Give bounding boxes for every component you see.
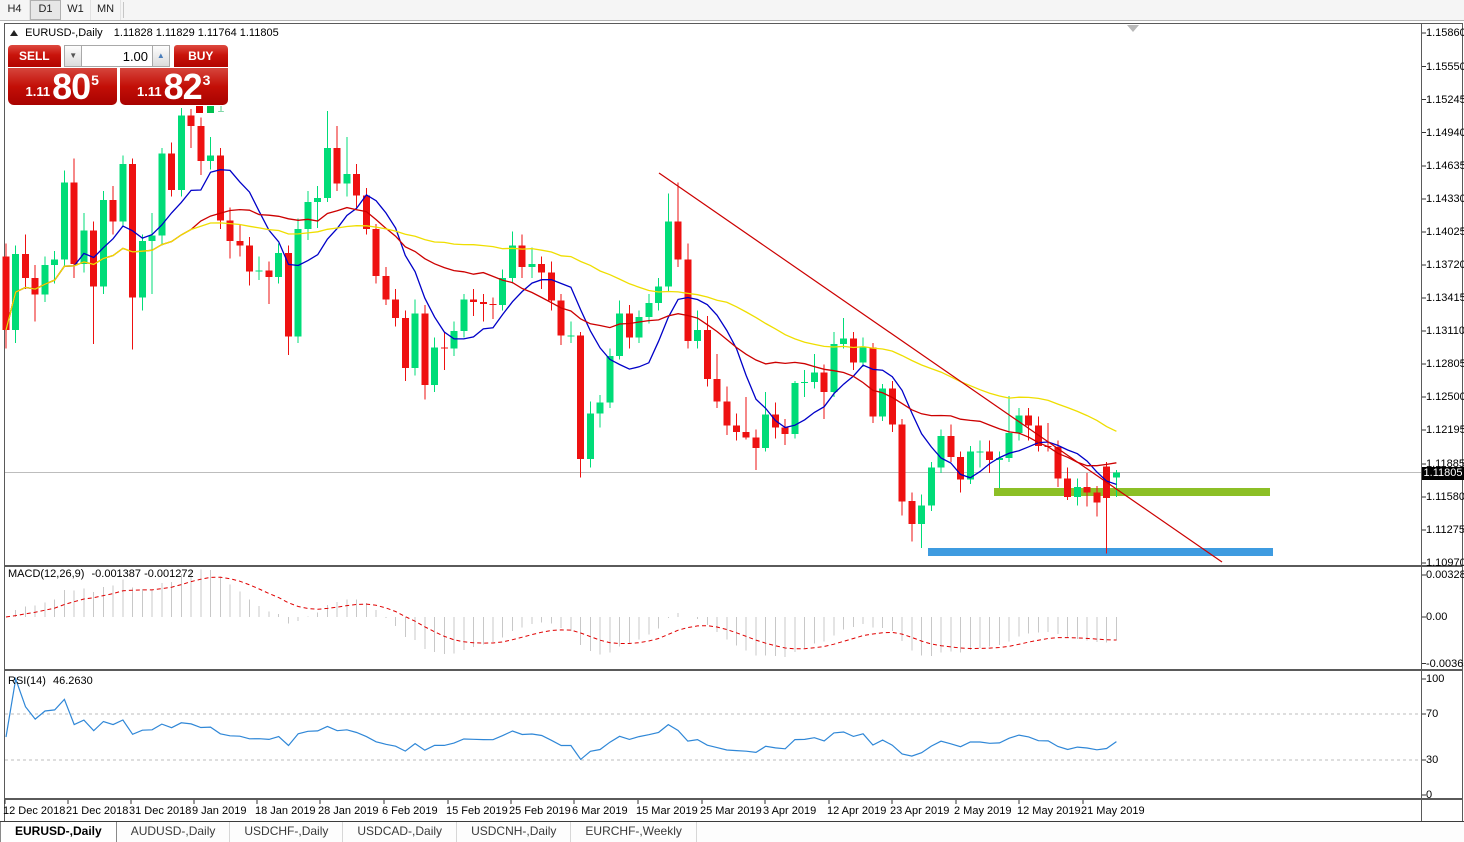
rsi-axis-label: 0: [1426, 789, 1432, 801]
date-axis-label: 31 Dec 2018: [129, 805, 191, 817]
date-axis-label: 9 Jan 2019: [192, 805, 246, 817]
date-axis-label: 21 Dec 2018: [66, 805, 128, 817]
triangle-down-icon: ▼: [69, 51, 77, 60]
chart-ohlc-quote: 1.11828 1.11829 1.11764 1.11805: [114, 27, 279, 39]
volume-input[interactable]: [82, 45, 152, 67]
timeframe-button-mn[interactable]: MN: [91, 0, 121, 20]
buy-price-button[interactable]: 1.11 82 3: [120, 68, 229, 105]
macd-axis-label: 0.00: [1426, 611, 1447, 623]
price-axis-label: 1.12805: [1426, 358, 1464, 370]
macd-header: MACD(12,26,9) -0.001387 -0.001272: [8, 568, 194, 580]
timeframe-button-d1[interactable]: D1: [30, 0, 61, 20]
date-axis-label: 12 Apr 2019: [827, 805, 886, 817]
rsi-header: RSI(14) 46.2630: [8, 675, 93, 687]
price-axis-label: 1.12500: [1426, 391, 1464, 403]
buy-price-big: 82: [164, 70, 202, 104]
symbol-tab-bar: EURUSD-,DailyAUDUSD-,DailyUSDCHF-,DailyU…: [0, 821, 1464, 842]
macd-axis-label: -0.003659: [1426, 658, 1464, 670]
panel-marker-green-icon[interactable]: [207, 106, 214, 113]
date-axis-label: 25 Mar 2019: [700, 805, 762, 817]
macd-panel-divider[interactable]: [4, 565, 1462, 567]
price-axis-border: [1421, 23, 1422, 821]
rsi-panel-divider[interactable]: [4, 669, 1462, 671]
chart-plot-canvas[interactable]: [0, 0, 1464, 842]
symbol-tab-usdcnh-daily[interactable]: USDCNH-,Daily: [457, 822, 571, 842]
macd-axis-label: 0.003287: [1426, 569, 1464, 581]
date-axis-label: 25 Feb 2019: [509, 805, 571, 817]
panel-marker-red-icon[interactable]: [196, 106, 203, 113]
date-axis-label: 2 May 2019: [954, 805, 1011, 817]
chart-symbol-label: EURUSD-,Daily: [25, 27, 103, 39]
price-axis-label: 1.13720: [1426, 259, 1464, 271]
date-axis-label: 21 May 2019: [1081, 805, 1145, 817]
macd-name: MACD(12,26,9): [8, 568, 84, 580]
one-click-trading-panel: SELL ▼ ▲ BUY 1.11 80 5 1.11 82 3: [8, 45, 228, 105]
price-axis-label: 1.15550: [1426, 61, 1464, 73]
price-axis-label: 1.14025: [1426, 226, 1464, 238]
price-axis-label: 1.15860: [1426, 27, 1464, 39]
date-axis-label: 28 Jan 2019: [318, 805, 379, 817]
symbol-marker-icon: [10, 30, 18, 36]
buy-button[interactable]: BUY: [174, 45, 229, 67]
sell-price-button[interactable]: 1.11 80 5: [8, 68, 117, 105]
trading-terminal-window: H4 D1 W1 MN EURUSD-,Daily 1.11828 1.1182…: [0, 0, 1464, 842]
current-price-label: 1.11805: [1422, 467, 1464, 480]
rsi-axis-label: 70: [1426, 708, 1438, 720]
date-axis-label: 3 Apr 2019: [763, 805, 816, 817]
volume-decrease-button[interactable]: ▼: [64, 45, 82, 67]
symbol-tab-usdchf-daily[interactable]: USDCHF-,Daily: [230, 822, 343, 842]
sell-price-prefix: 1.11: [26, 84, 51, 99]
triangle-up-icon: ▲: [157, 51, 165, 60]
price-axis-label: 1.10970: [1426, 557, 1464, 569]
date-axis-label: 12 Dec 2018: [3, 805, 65, 817]
price-axis-label: 1.12195: [1426, 424, 1464, 436]
date-axis-label: 6 Mar 2019: [572, 805, 628, 817]
volume-increase-button[interactable]: ▲: [152, 45, 170, 67]
price-axis-label: 1.13415: [1426, 292, 1464, 304]
date-axis-label: 18 Jan 2019: [255, 805, 316, 817]
date-axis-label: 12 May 2019: [1017, 805, 1081, 817]
price-axis-label: 1.14330: [1426, 193, 1464, 205]
macd-values: -0.001387 -0.001272: [91, 568, 193, 580]
price-axis-label: 1.14940: [1426, 127, 1464, 139]
timeframe-toolbar: H4 D1 W1 MN: [0, 0, 1464, 21]
sell-price-big: 80: [52, 70, 90, 104]
price-axis-label: 1.13110: [1426, 325, 1464, 337]
price-axis-label: 1.11580: [1426, 491, 1464, 503]
symbol-tab-eurusd-daily[interactable]: EURUSD-,Daily: [0, 822, 117, 842]
buy-price-sup: 3: [203, 72, 211, 88]
sell-button[interactable]: SELL: [8, 45, 61, 67]
symbol-tab-eurchf-weekly[interactable]: EURCHF-,Weekly: [571, 822, 696, 842]
date-axis-divider: [4, 798, 1462, 800]
rsi-value: 46.2630: [53, 675, 93, 687]
date-axis-label: 23 Apr 2019: [890, 805, 949, 817]
date-axis-label: 15 Feb 2019: [446, 805, 508, 817]
date-axis-label: 6 Feb 2019: [382, 805, 438, 817]
timeframe-button-h4[interactable]: H4: [0, 0, 30, 20]
buy-price-prefix: 1.11: [137, 84, 162, 99]
rsi-axis-label: 30: [1426, 754, 1438, 766]
symbol-tab-usdcad-daily[interactable]: USDCAD-,Daily: [343, 822, 457, 842]
price-axis-label: 1.14635: [1426, 160, 1464, 172]
rsi-name: RSI(14): [8, 675, 46, 687]
timeframe-button-w1[interactable]: W1: [61, 0, 91, 20]
symbol-tab-audusd-daily[interactable]: AUDUSD-,Daily: [117, 822, 231, 842]
date-axis-label: 15 Mar 2019: [636, 805, 698, 817]
chart-title: EURUSD-,Daily 1.11828 1.11829 1.11764 1.…: [10, 27, 279, 39]
rsi-axis-label: 100: [1426, 673, 1444, 685]
price-axis-label: 1.15245: [1426, 94, 1464, 106]
sell-price-sup: 5: [91, 72, 99, 88]
toolbar-separator: [123, 2, 124, 18]
panel-marker-chart-icon[interactable]: ⟂: [218, 106, 224, 113]
price-axis-label: 1.11275: [1426, 524, 1464, 536]
scroll-marker-icon[interactable]: [1127, 25, 1139, 32]
